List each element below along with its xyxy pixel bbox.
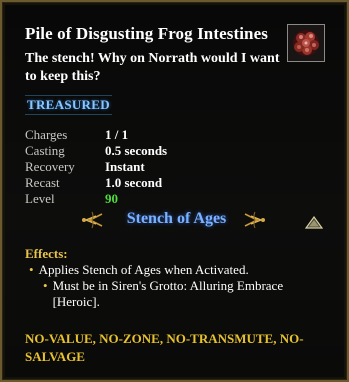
stat-label: Casting — [25, 143, 65, 158]
item-description: The stench! Why on Norrath would I want … — [25, 51, 280, 84]
stat-row-casting: Casting 0.5 seconds — [25, 143, 167, 159]
expand-set-button[interactable] — [304, 215, 324, 230]
triangle-up-icon — [304, 215, 324, 229]
effect-text: Applies Stench of Ages when Activated. — [38, 262, 249, 277]
bullet-icon: • — [29, 262, 34, 277]
stat-label: Charges — [25, 127, 68, 142]
effects-list: • Applies Stench of Ages when Activated. … — [29, 262, 329, 310]
effect-item: • Applies Stench of Ages when Activated. — [29, 262, 329, 278]
stat-label: Level — [25, 191, 55, 206]
frog-intestines-icon — [287, 24, 325, 62]
stat-row-recovery: Recovery Instant — [25, 159, 167, 175]
right-ornament-icon — [244, 211, 265, 229]
level-value: 90 — [105, 191, 118, 206]
stat-value: 1.0 second — [105, 175, 163, 190]
set-name-row: Stench of Ages — [2, 208, 349, 234]
stat-value: 1 / 1 — [105, 127, 129, 142]
stat-row-charges: Charges 1 / 1 — [25, 127, 167, 143]
stat-value: 0.5 seconds — [105, 143, 168, 158]
bullet-icon: • — [43, 278, 48, 293]
stat-label: Recast — [25, 175, 60, 190]
requirement-text: Must be in Siren's Grotto: Alluring Embr… — [52, 278, 284, 309]
item-flags: NO-VALUE, NO-ZONE, NO-TRANSMUTE, NO-SALV… — [25, 331, 304, 364]
set-name[interactable]: Stench of Ages — [2, 210, 349, 228]
stat-value: Instant — [105, 159, 145, 174]
stat-label: Recovery — [25, 159, 75, 174]
stats-table: Charges 1 / 1 Casting 0.5 seconds Recove… — [25, 127, 167, 207]
treasured-badge: TREASURED — [25, 95, 112, 115]
item-tooltip: Pile of Disgusting Frog Intestines The s… — [0, 0, 349, 382]
effect-requirement: • Must be in Siren's Grotto: Alluring Emb… — [29, 278, 329, 310]
effects-label: Effects: — [25, 246, 68, 261]
stat-row-level: Level 90 — [25, 191, 167, 207]
stat-row-recast: Recast 1.0 second — [25, 175, 167, 191]
item-title: Pile of Disgusting Frog Intestines — [25, 24, 268, 43]
